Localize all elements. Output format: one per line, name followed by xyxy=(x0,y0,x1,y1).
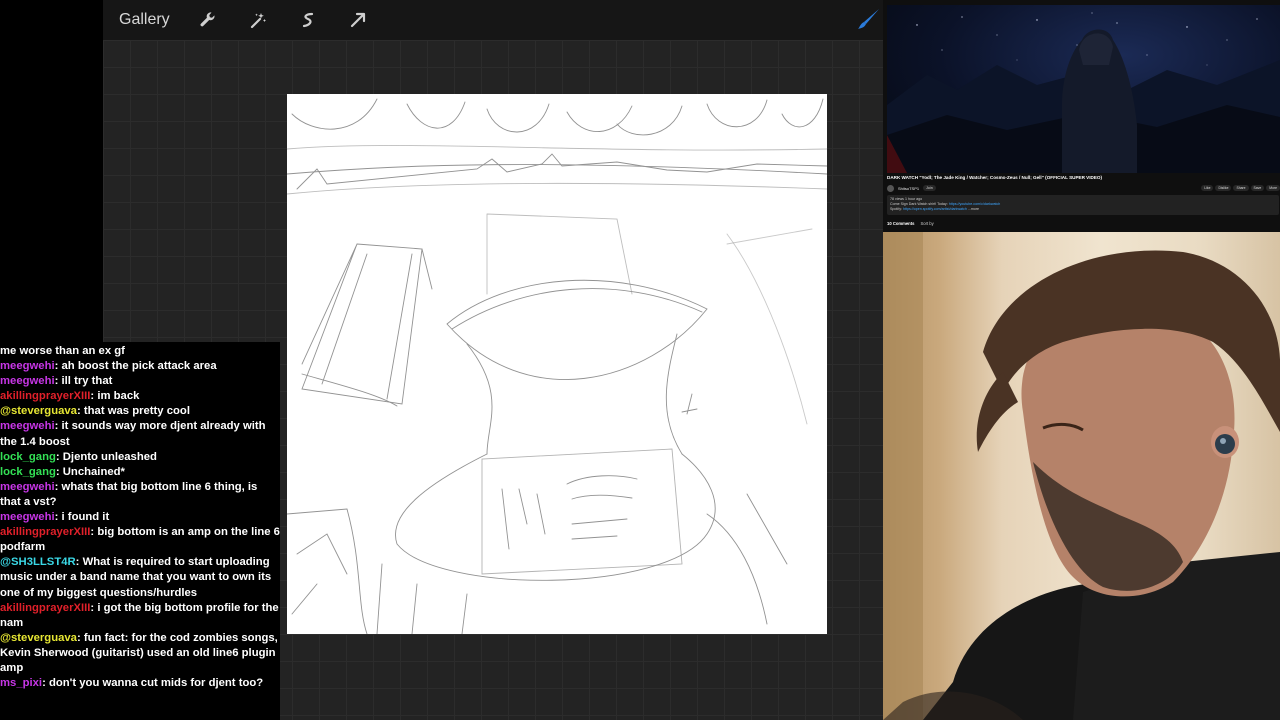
procreate-toolbar: Gallery xyxy=(103,0,883,40)
chat-message: meegwehi: it sounds way more djent alrea… xyxy=(0,420,266,448)
webcam-image xyxy=(883,232,1280,720)
description-link[interactable]: https://youtube.com/c/darkwatch xyxy=(949,202,1001,206)
video-player[interactable] xyxy=(887,5,1280,173)
chat-message: akillingprayerXIII: i got the big bottom… xyxy=(0,601,279,629)
chat-message: @steverguava: that was pretty cool xyxy=(0,405,190,418)
chat-message: meegwehi: whats that big bottom line 6 t… xyxy=(0,480,258,508)
description-line: Spotify: https://open.spotify.com/artist… xyxy=(890,207,980,211)
channel-avatar[interactable] xyxy=(887,184,894,192)
stream-chat: me worse than an ex gf meegwehi: ah boos… xyxy=(0,342,280,720)
spotify-link[interactable]: https://open.spotify.com/artist/darkwatc… xyxy=(903,207,967,211)
comments-count: 10 Comments xyxy=(887,221,915,226)
chat-message: @SH3LLST4R: What is required to start up… xyxy=(0,556,272,599)
chat-message: lock_gang: Djento unleashed xyxy=(0,450,157,463)
selection-icon[interactable] xyxy=(294,6,322,34)
magic-wand-icon[interactable] xyxy=(244,6,272,34)
dislike-button[interactable]: Dislike xyxy=(1215,185,1232,191)
like-button[interactable]: Like xyxy=(1201,185,1214,191)
chat-message: @steverguava: fun fact: for the cod zomb… xyxy=(0,631,278,674)
sketch-drawing xyxy=(287,98,827,634)
save-button[interactable]: Save xyxy=(1250,185,1265,191)
channel-name[interactable]: ShitsoTSP1 xyxy=(898,186,919,191)
wrench-icon[interactable] xyxy=(194,6,222,34)
more-button[interactable]: More xyxy=(1266,185,1280,191)
comments-header: 10 Comments Sort by xyxy=(887,221,934,226)
join-button[interactable]: Join xyxy=(923,185,936,191)
chat-message: meegwehi: ah boost the pick attack area xyxy=(0,360,217,373)
chat-message: meegwehi: i found it xyxy=(0,511,110,524)
video-description[interactable]: 78 views 1 hour ago Come Sign Dark Watch… xyxy=(887,195,1279,215)
chat-message: akillingprayerXIII: im back xyxy=(0,390,140,403)
chat-message: akillingprayerXIII: big bottom is an amp… xyxy=(0,526,280,554)
webcam-feed xyxy=(883,232,1280,720)
transform-arrow-icon[interactable] xyxy=(344,6,372,34)
brush-icon[interactable] xyxy=(855,6,883,34)
chat-message: me worse than an ex gf xyxy=(0,345,125,357)
chat-message: ms_pixi: don't you wanna cut mids for dj… xyxy=(0,677,264,690)
chat-message: meegwehi: ill try that xyxy=(0,375,113,388)
video-actions: Like Dislike Share Save More xyxy=(1201,185,1280,191)
video-frame xyxy=(887,12,1280,173)
share-button[interactable]: Share xyxy=(1233,185,1249,191)
show-more[interactable]: ...more xyxy=(968,207,979,211)
sort-button[interactable]: Sort by xyxy=(920,221,933,226)
youtube-panel: DARK WATCH "Yodl; The Jade King / Watche… xyxy=(883,0,1280,232)
video-title: DARK WATCH "Yodl; The Jade King / Watche… xyxy=(887,175,1102,180)
gallery-button[interactable]: Gallery xyxy=(119,11,170,29)
sketch-canvas[interactable] xyxy=(287,94,827,634)
chat-message: lock_gang: Unchained* xyxy=(0,465,125,478)
channel-row: ShitsoTSP1 Join Like Dislike Share Save … xyxy=(887,183,1280,193)
